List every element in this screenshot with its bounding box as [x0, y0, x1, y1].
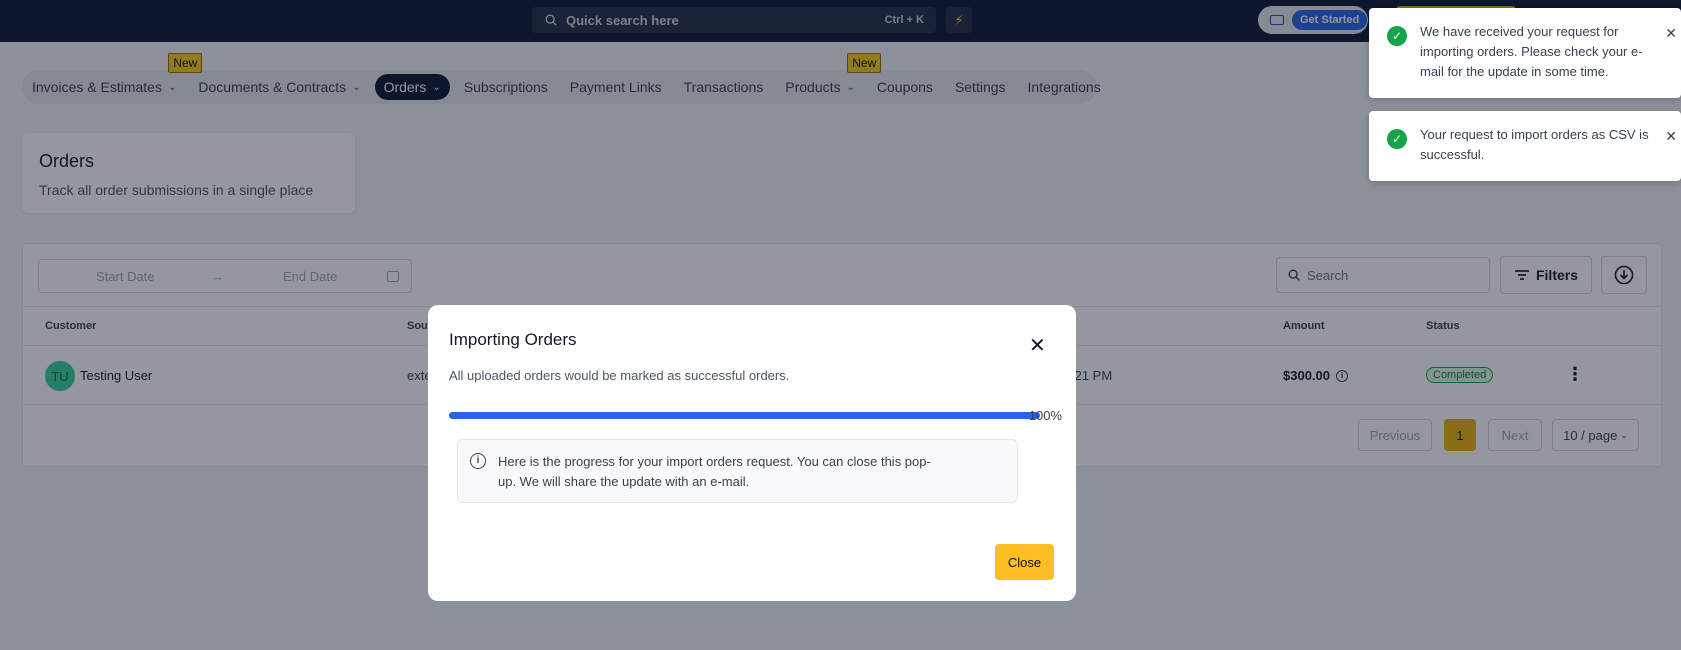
toast-line: importing orders. Please check your e-: [1420, 44, 1643, 59]
progress-bar-fill: [449, 412, 1040, 419]
check-circle-icon: ✓: [1387, 129, 1407, 149]
toast-message: We have received your request for import…: [1420, 22, 1660, 82]
toast-line: Your request to import orders as CSV is: [1420, 127, 1649, 142]
close-button[interactable]: Close: [995, 544, 1054, 580]
toast-message: Your request to import orders as CSV is …: [1420, 125, 1660, 165]
close-icon[interactable]: ✕: [1029, 333, 1046, 358]
note-line: up. We will share the update with an e-m…: [498, 474, 750, 489]
toast-notification: ✓ We have received your request for impo…: [1369, 8, 1681, 98]
modal-description: All uploaded orders would be marked as s…: [449, 368, 790, 383]
toast-line: We have received your request for: [1420, 24, 1619, 39]
progress-bar: [449, 412, 1040, 419]
close-icon[interactable]: ✕: [1665, 128, 1677, 145]
modal-title: Importing Orders: [449, 330, 577, 349]
note-line: Here is the progress for your import ord…: [498, 454, 931, 469]
info-icon: i: [470, 453, 486, 469]
importing-orders-modal: Importing Orders ✕ All uploaded orders w…: [428, 305, 1076, 601]
toast-line: successful.: [1420, 147, 1485, 162]
progress-note: i Here is the progress for your import o…: [457, 439, 1018, 503]
toast-line: mail for the update in some time.: [1420, 64, 1609, 79]
progress-percent: 100%: [1028, 408, 1062, 423]
toast-notification: ✓ Your request to import orders as CSV i…: [1369, 111, 1681, 181]
check-circle-icon: ✓: [1387, 26, 1407, 46]
close-icon[interactable]: ✕: [1665, 25, 1677, 42]
